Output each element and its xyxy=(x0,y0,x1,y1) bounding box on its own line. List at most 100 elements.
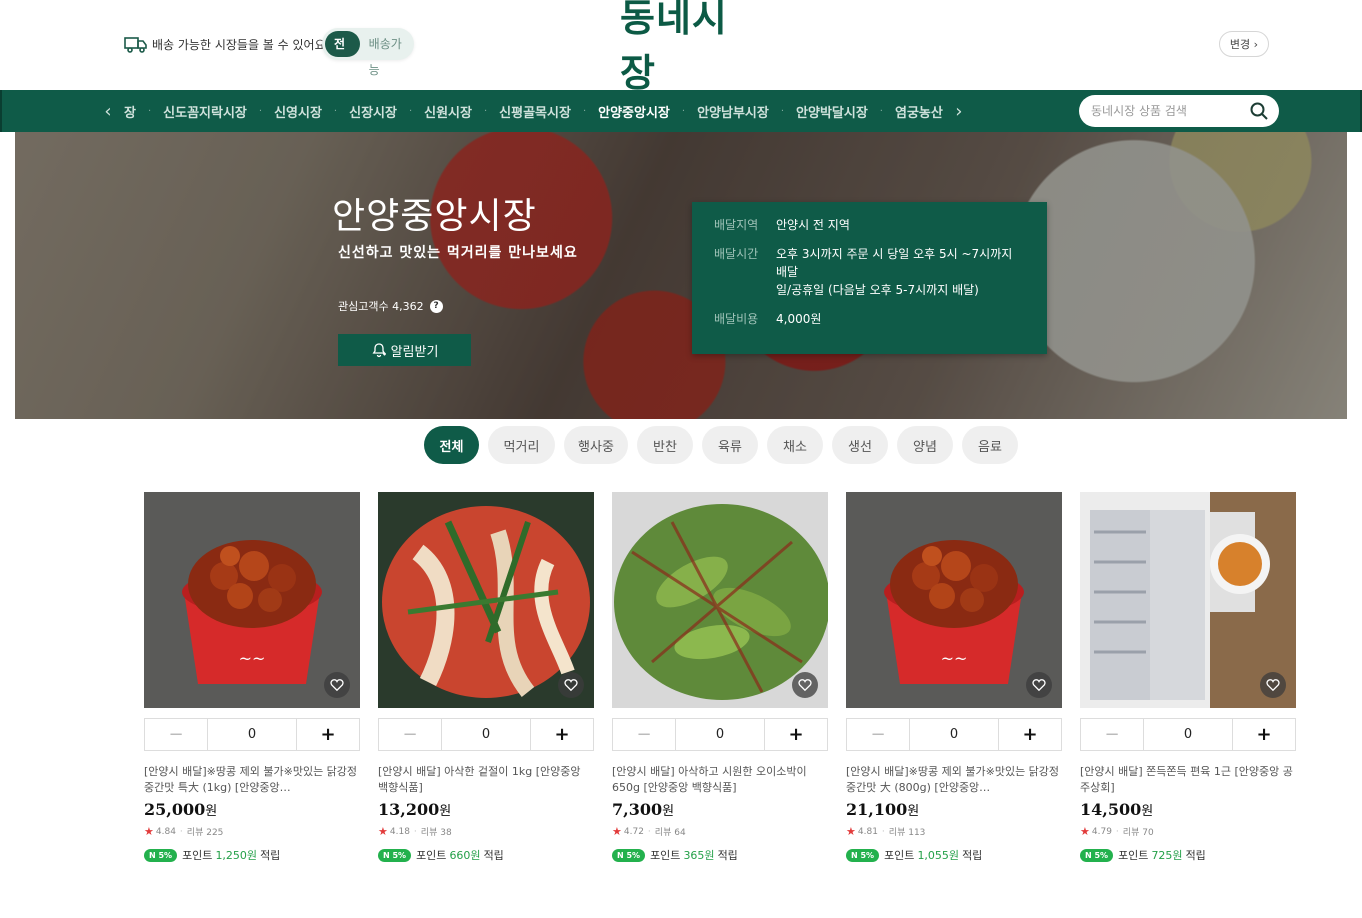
nav-next-arrow[interactable]: › xyxy=(949,101,969,122)
nav-market-item[interactable]: 신평골목시장 xyxy=(493,102,577,121)
nav-separator: · xyxy=(147,105,152,117)
delivery-area-label: 배달지역 xyxy=(714,218,759,232)
nav-market-item[interactable]: 신영시장 xyxy=(268,102,328,121)
npay-badge: N 5% xyxy=(1080,848,1114,862)
product-thumbnail[interactable] xyxy=(378,492,594,708)
category-chip[interactable]: 채소 xyxy=(767,426,823,464)
category-chip[interactable]: 행사중 xyxy=(564,426,628,464)
nav-prev-arrow[interactable]: ‹ xyxy=(98,101,118,122)
category-chip[interactable]: 전체 xyxy=(424,426,479,464)
nav-market-item[interactable]: 안양남부시장 xyxy=(691,102,775,121)
product-thumbnail[interactable]: ~~ xyxy=(144,492,360,708)
quantity-value[interactable]: 0 xyxy=(910,719,998,750)
nav-separator: · xyxy=(333,105,338,117)
npay-badge: N 5% xyxy=(612,848,646,862)
fans-count-label: 관심고객수 4,362 xyxy=(338,300,424,313)
delivery-time-label: 배달시간 xyxy=(714,247,759,261)
delivery-time-row: 배달시간 오후 3시까지 주문 시 당일 오후 5시 ~7시까지 배달 일/공휴… xyxy=(714,245,1025,299)
points-suffix: 적립 xyxy=(962,849,983,862)
category-chip[interactable]: 먹거리 xyxy=(488,426,555,464)
quantity-minus-button[interactable]: − xyxy=(145,719,208,750)
category-chip[interactable]: 육류 xyxy=(702,426,758,464)
product-name[interactable]: [안양시 배달] 아삭하고 시원한 오이소박이 650g [안양중앙 백향식품] xyxy=(612,764,828,796)
quantity-plus-button[interactable]: + xyxy=(764,719,827,750)
nav-market-item[interactable]: 신도꼼지락시장 xyxy=(157,102,253,121)
nav-separator: · xyxy=(681,105,686,117)
product-price: 14,500원 xyxy=(1080,800,1296,819)
product-name[interactable]: [안양시 배달] 아삭한 겉절이 1kg [안양중앙 백향식품] xyxy=(378,764,594,796)
toggle-all[interactable]: 전체 xyxy=(325,31,360,77)
market-filter-toggle[interactable]: 전체 배송가능 xyxy=(322,28,414,77)
quantity-plus-button[interactable]: + xyxy=(1232,719,1295,750)
product-thumbnail[interactable] xyxy=(612,492,828,708)
points-prefix: 포인트 xyxy=(416,849,447,862)
product-card[interactable]: ~~ −0 + [안양시 배달]※땅콩 제외 불가※맛있는 닭강정 중간맛 특大 (1… xyxy=(144,492,360,863)
help-icon[interactable]: ? xyxy=(429,299,443,313)
nav-separator: · xyxy=(582,105,587,117)
quantity-plus-button[interactable]: + xyxy=(296,719,359,750)
nav-market-item[interactable]: 장 xyxy=(118,102,142,121)
nav-market-item[interactable]: 신장시장 xyxy=(343,102,403,121)
category-chip[interactable]: 생선 xyxy=(832,426,888,464)
search-icon[interactable] xyxy=(1249,101,1269,121)
delivery-note-text: 배송 가능한 시장들을 볼 수 있어요. xyxy=(152,37,330,52)
delivery-area-row: 배달지역 안양시 전 지역 xyxy=(714,216,1025,234)
wishlist-heart-icon[interactable] xyxy=(1026,672,1052,698)
review-count: 리뷰 64 xyxy=(654,828,686,838)
quantity-minus-button[interactable]: − xyxy=(613,719,676,750)
product-thumbnail[interactable] xyxy=(1080,492,1296,708)
wishlist-heart-icon[interactable] xyxy=(558,672,584,698)
product-card[interactable]: −0 + [안양시 배달] 쫀득쫀득 편육 1근 [안양중앙 공주상회] 14,500… xyxy=(1080,492,1296,863)
quantity-plus-button[interactable]: + xyxy=(998,719,1061,750)
alert-subscribe-button[interactable]: 알림받기 xyxy=(338,334,471,366)
search-box[interactable] xyxy=(1079,95,1279,127)
product-card[interactable]: ~~ −0 + [안양시 배달]※땅콩 제외 불가※맛있는 닭강정 중간맛 大 (80… xyxy=(846,492,1062,863)
svg-text:~~: ~~ xyxy=(239,649,266,668)
product-card[interactable]: −0 + [안양시 배달] 아삭하고 시원한 오이소박이 650g [안양중앙 백향… xyxy=(612,492,828,863)
quantity-minus-button[interactable]: − xyxy=(1081,719,1144,750)
star-icon: ★ xyxy=(612,825,622,838)
nav-separator: · xyxy=(780,105,785,117)
price-currency: 원 xyxy=(662,804,675,819)
points-prefix: 포인트 xyxy=(182,849,213,862)
nav-market-item[interactable]: 안양중앙시장 xyxy=(592,102,676,121)
category-chip[interactable]: 양념 xyxy=(897,426,953,464)
logo[interactable]: 동네시장 xyxy=(620,0,760,95)
category-chip[interactable]: 음료 xyxy=(962,426,1018,464)
quantity-minus-button[interactable]: − xyxy=(379,719,442,750)
product-name[interactable]: [안양시 배달]※땅콩 제외 불가※맛있는 닭강정 중간맛 大 (800g) [… xyxy=(846,764,1062,796)
product-card[interactable]: −0 + [안양시 배달] 아삭한 겉절이 1kg [안양중앙 백향식품] 13,20… xyxy=(378,492,594,863)
quantity-value[interactable]: 0 xyxy=(442,719,530,750)
nav-market-item[interactable]: 신원시장 xyxy=(418,102,478,121)
delivery-info-box: 배달지역 안양시 전 지역 배달시간 오후 3시까지 주문 시 당일 오후 5시… xyxy=(692,202,1047,354)
search-input[interactable] xyxy=(1091,104,1241,118)
wishlist-heart-icon[interactable] xyxy=(324,672,350,698)
nav-market-item[interactable]: 안양박달시장 xyxy=(790,102,874,121)
points-value: 1,250원 xyxy=(215,849,258,862)
quantity-minus-button[interactable]: − xyxy=(847,719,910,750)
quantity-value[interactable]: 0 xyxy=(208,719,296,750)
points-value: 660원 xyxy=(449,849,481,862)
fans-count: 관심고객수 4,362 ? xyxy=(338,298,443,314)
quantity-plus-button[interactable]: + xyxy=(530,719,593,750)
product-rating: ★ 4.72 · 리뷰 64 xyxy=(612,825,828,838)
toggle-deliverable[interactable]: 배송가능 xyxy=(360,31,411,77)
product-name[interactable]: [안양시 배달] 쫀득쫀득 편육 1근 [안양중앙 공주상회] xyxy=(1080,764,1296,796)
heart-icon xyxy=(798,679,812,692)
truck-icon xyxy=(124,37,147,53)
product-thumbnail[interactable]: ~~ xyxy=(846,492,1062,708)
quantity-stepper: −0 + xyxy=(378,718,594,751)
category-chip[interactable]: 반찬 xyxy=(637,426,693,464)
product-name[interactable]: [안양시 배달]※땅콩 제외 불가※맛있는 닭강정 중간맛 특大 (1kg) [… xyxy=(144,764,360,796)
quantity-value[interactable]: 0 xyxy=(1144,719,1232,750)
wishlist-heart-icon[interactable] xyxy=(792,672,818,698)
quantity-value[interactable]: 0 xyxy=(676,719,764,750)
star-icon: ★ xyxy=(846,825,856,838)
product-list: ~~ −0 + [안양시 배달]※땅콩 제외 불가※맛있는 닭강정 중간맛 특大 (1… xyxy=(144,492,1296,863)
nav-market-item[interactable]: 염궁농산 xyxy=(889,102,949,121)
review-count: 리뷰 70 xyxy=(1122,828,1154,838)
delivery-cost-label: 배달비용 xyxy=(714,312,759,326)
change-button[interactable]: 변경 › xyxy=(1219,31,1269,57)
wishlist-heart-icon[interactable] xyxy=(1260,672,1286,698)
market-nav-list: ‹ 장 · 신도꼼지락시장 · 신영시장 · 신장시장 · 신원시장 · 신평골목시장 · 안양중앙시장… xyxy=(98,90,1060,132)
